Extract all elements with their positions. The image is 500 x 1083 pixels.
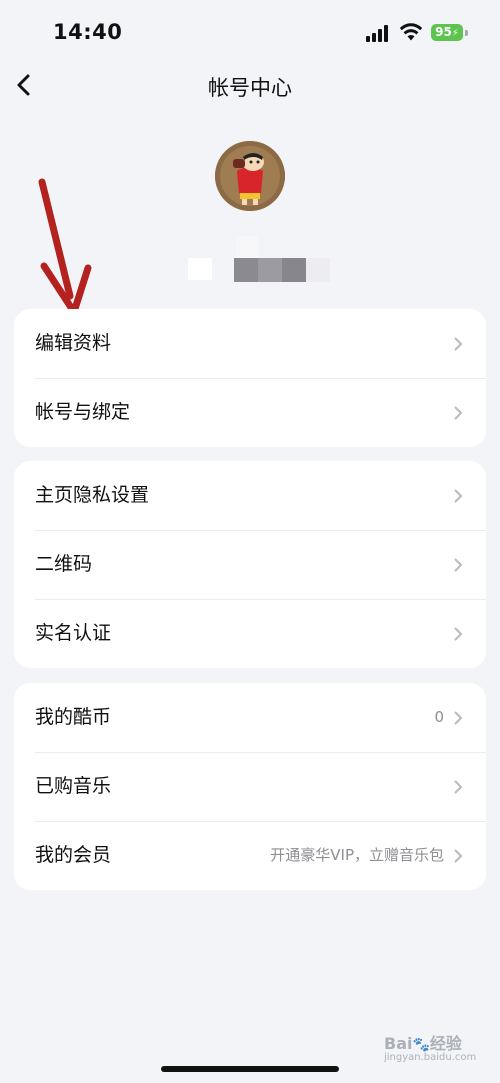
battery-cap — [465, 30, 468, 36]
vip-promo-text: 开通豪华VIP，立赠音乐包 — [270, 846, 444, 864]
chevron-right-icon — [454, 406, 462, 420]
red-arrow-annotation-icon — [38, 178, 92, 316]
settings-card-account: 编辑资料 帐号与绑定 — [14, 309, 486, 447]
nav-bar: 帐号中心 — [0, 62, 500, 108]
menu-item-purchased-music[interactable]: 已购音乐 — [14, 752, 486, 821]
menu-item-my-coins[interactable]: 我的酷币 0 — [14, 683, 486, 752]
menu-item-homepage-privacy[interactable]: 主页隐私设置 — [14, 461, 486, 530]
menu-item-real-name-verification[interactable]: 实名认证 — [14, 599, 486, 668]
menu-item-label: 实名认证 — [35, 622, 112, 644]
menu-item-qr-code[interactable]: 二维码 — [14, 530, 486, 599]
back-button[interactable] — [10, 68, 40, 102]
menu-item-label: 主页隐私设置 — [35, 484, 150, 506]
menu-item-label: 二维码 — [35, 553, 93, 575]
cartoon-avatar-icon — [215, 141, 285, 211]
menu-item-account-binding[interactable]: 帐号与绑定 — [14, 378, 486, 447]
battery-level: 95 — [435, 25, 452, 39]
chevron-right-icon — [454, 849, 462, 863]
settings-card-assets: 我的酷币 0 已购音乐 我的会员 开通豪华VIP，立赠音乐包 — [14, 683, 486, 890]
watermark-url: jingyan.baidu.com — [384, 1052, 477, 1063]
avatar[interactable] — [215, 141, 285, 211]
menu-item-my-membership[interactable]: 我的会员 开通豪华VIP，立赠音乐包 — [14, 821, 486, 890]
page-title: 帐号中心 — [208, 76, 292, 100]
home-indicator[interactable] — [161, 1066, 339, 1072]
menu-item-label: 已购音乐 — [35, 775, 112, 797]
menu-item-label: 我的会员 — [35, 844, 112, 866]
status-time: 14:40 — [53, 20, 123, 44]
settings-card-privacy: 主页隐私设置 二维码 实名认证 — [14, 461, 486, 668]
chevron-right-icon — [454, 780, 462, 794]
chevron-right-icon — [454, 627, 462, 641]
chevron-right-icon — [454, 711, 462, 725]
status-bar: 14:40 95⚡ — [0, 0, 500, 62]
menu-item-label: 帐号与绑定 — [35, 401, 131, 423]
coin-balance: 0 — [434, 708, 444, 726]
battery-icon: 95⚡ — [431, 24, 463, 41]
watermark-text: Bai — [384, 1034, 413, 1053]
watermark: Bai🐾经验 — [384, 1034, 462, 1053]
wifi-icon — [399, 23, 423, 41]
menu-item-edit-profile[interactable]: 编辑资料 — [14, 309, 486, 378]
watermark-suffix: 经验 — [429, 1034, 462, 1053]
menu-item-label: 编辑资料 — [35, 332, 112, 354]
chevron-left-icon — [17, 74, 30, 96]
menu-item-label: 我的酷币 — [35, 706, 112, 728]
chevron-right-icon — [454, 337, 462, 351]
chevron-right-icon — [454, 558, 462, 572]
cellular-signal-icon — [366, 25, 390, 42]
chevron-right-icon — [454, 489, 462, 503]
